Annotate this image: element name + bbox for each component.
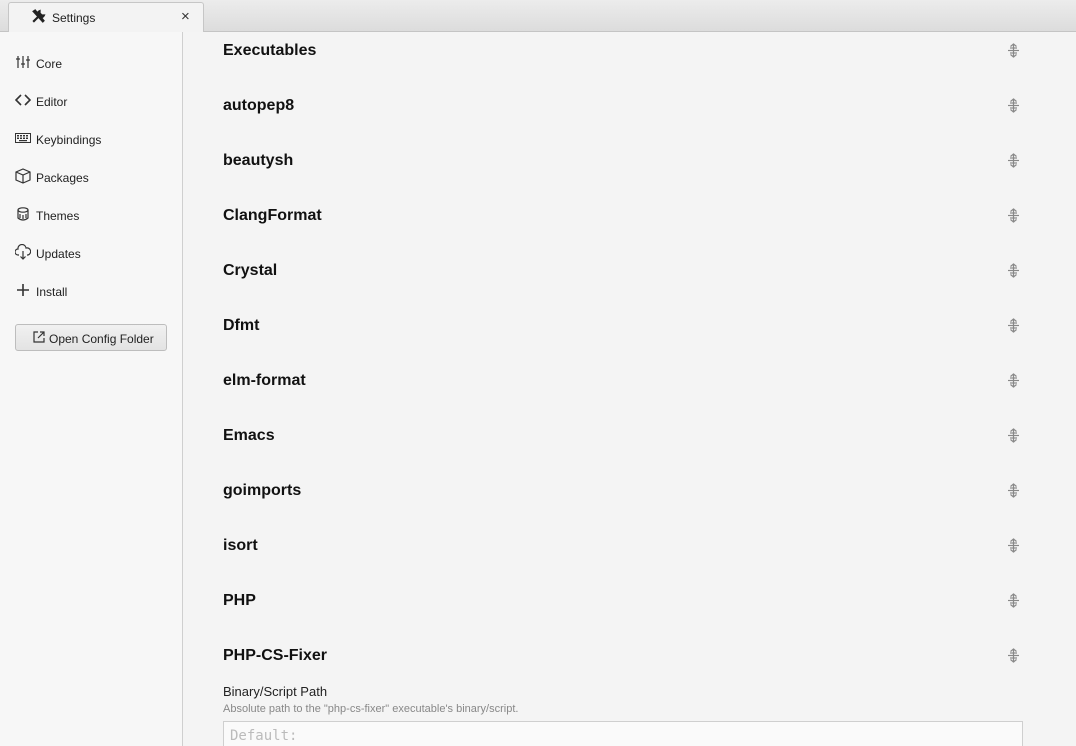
settings-section[interactable]: isort bbox=[223, 537, 1023, 563]
sidebar-item-packages[interactable]: Packages bbox=[15, 166, 175, 188]
section-title: PHP-CS-Fixer bbox=[223, 647, 328, 664]
field-label: Binary/Script Path bbox=[223, 684, 328, 699]
tab-close-button[interactable]: × bbox=[181, 9, 190, 25]
settings-section[interactable]: elm-format bbox=[223, 372, 1023, 398]
unfold-icon[interactable] bbox=[1006, 428, 1021, 443]
sidebar-item-install[interactable]: Install bbox=[15, 280, 175, 302]
code-icon bbox=[15, 94, 31, 106]
unfold-icon[interactable] bbox=[1006, 648, 1021, 663]
section-title: PHP bbox=[223, 592, 256, 609]
settings-section[interactable]: PHP-CS-Fixer bbox=[223, 647, 1023, 673]
tab-bar: Settings × bbox=[0, 0, 1076, 32]
section-title: Crystal bbox=[223, 262, 278, 279]
unfold-icon[interactable] bbox=[1006, 318, 1021, 333]
package-icon bbox=[15, 168, 31, 184]
sidebar-item-label: Core bbox=[36, 57, 63, 71]
settings-section[interactable]: beautysh bbox=[223, 152, 1023, 178]
settings-section[interactable]: Crystal bbox=[223, 262, 1023, 288]
open-config-folder-button[interactable]: Open Config Folder bbox=[15, 324, 167, 351]
section-title: ClangFormat bbox=[223, 207, 322, 224]
settings-panel: Executables autopep8 beautysh ClangFormat Cr… bbox=[183, 32, 1076, 746]
sidebar-item-label: Install bbox=[36, 285, 68, 299]
section-title: isort bbox=[223, 537, 258, 554]
settings-section[interactable]: ClangFormat bbox=[223, 207, 1023, 233]
sidebar-item-core[interactable]: Core bbox=[15, 52, 175, 74]
section-title: Dfmt bbox=[223, 317, 260, 334]
plus-icon bbox=[17, 284, 29, 296]
tools-icon bbox=[32, 9, 46, 23]
unfold-icon[interactable] bbox=[1006, 538, 1021, 553]
sliders-icon bbox=[16, 56, 30, 68]
settings-section[interactable]: Dfmt bbox=[223, 317, 1023, 343]
unfold-icon[interactable] bbox=[1006, 483, 1021, 498]
tab-title: Settings bbox=[52, 11, 96, 25]
unfold-icon[interactable] bbox=[1006, 593, 1021, 608]
section-title: autopep8 bbox=[223, 97, 295, 114]
section-title: goimports bbox=[223, 482, 302, 499]
keyboard-icon bbox=[15, 133, 31, 143]
sidebar-item-keybindings[interactable]: Keybindings bbox=[15, 128, 175, 150]
settings-sidebar: Core Editor Keybindings Packages Themes … bbox=[0, 32, 183, 746]
open-config-folder-label: Open Config Folder bbox=[49, 332, 154, 346]
unfold-icon[interactable] bbox=[1006, 43, 1021, 58]
tab-settings[interactable]: Settings × bbox=[8, 2, 204, 32]
sidebar-item-editor[interactable]: Editor bbox=[15, 90, 175, 112]
sidebar-item-label: Editor bbox=[36, 95, 68, 109]
field-description: Absolute path to the "php-cs-fixer" exec… bbox=[223, 703, 519, 715]
settings-section[interactable]: PHP bbox=[223, 592, 1023, 618]
unfold-icon[interactable] bbox=[1006, 263, 1021, 278]
paintcan-icon bbox=[17, 207, 29, 221]
sidebar-item-label: Packages bbox=[36, 171, 89, 185]
unfold-icon[interactable] bbox=[1006, 373, 1021, 388]
section-title: Emacs bbox=[223, 427, 275, 444]
settings-section[interactable]: goimports bbox=[223, 482, 1023, 508]
settings-section[interactable]: Executables bbox=[223, 42, 1023, 68]
unfold-icon[interactable] bbox=[1006, 98, 1021, 113]
sidebar-item-label: Updates bbox=[36, 247, 81, 261]
cloud-download-icon bbox=[15, 244, 31, 260]
sidebar-item-label: Themes bbox=[36, 209, 80, 223]
section-title: beautysh bbox=[223, 152, 294, 169]
settings-section[interactable]: autopep8 bbox=[223, 97, 1023, 123]
section-title: Executables bbox=[223, 42, 317, 59]
sidebar-item-themes[interactable]: Themes bbox=[15, 204, 175, 226]
sidebar-item-label: Keybindings bbox=[36, 133, 102, 147]
binary-script-path-input[interactable] bbox=[223, 721, 1023, 746]
sidebar-item-updates[interactable]: Updates bbox=[15, 242, 175, 264]
section-title: elm-format bbox=[223, 372, 306, 389]
settings-section[interactable]: Emacs bbox=[223, 427, 1023, 453]
unfold-icon[interactable] bbox=[1006, 153, 1021, 168]
unfold-icon[interactable] bbox=[1006, 208, 1021, 223]
link-external-icon bbox=[33, 331, 45, 343]
